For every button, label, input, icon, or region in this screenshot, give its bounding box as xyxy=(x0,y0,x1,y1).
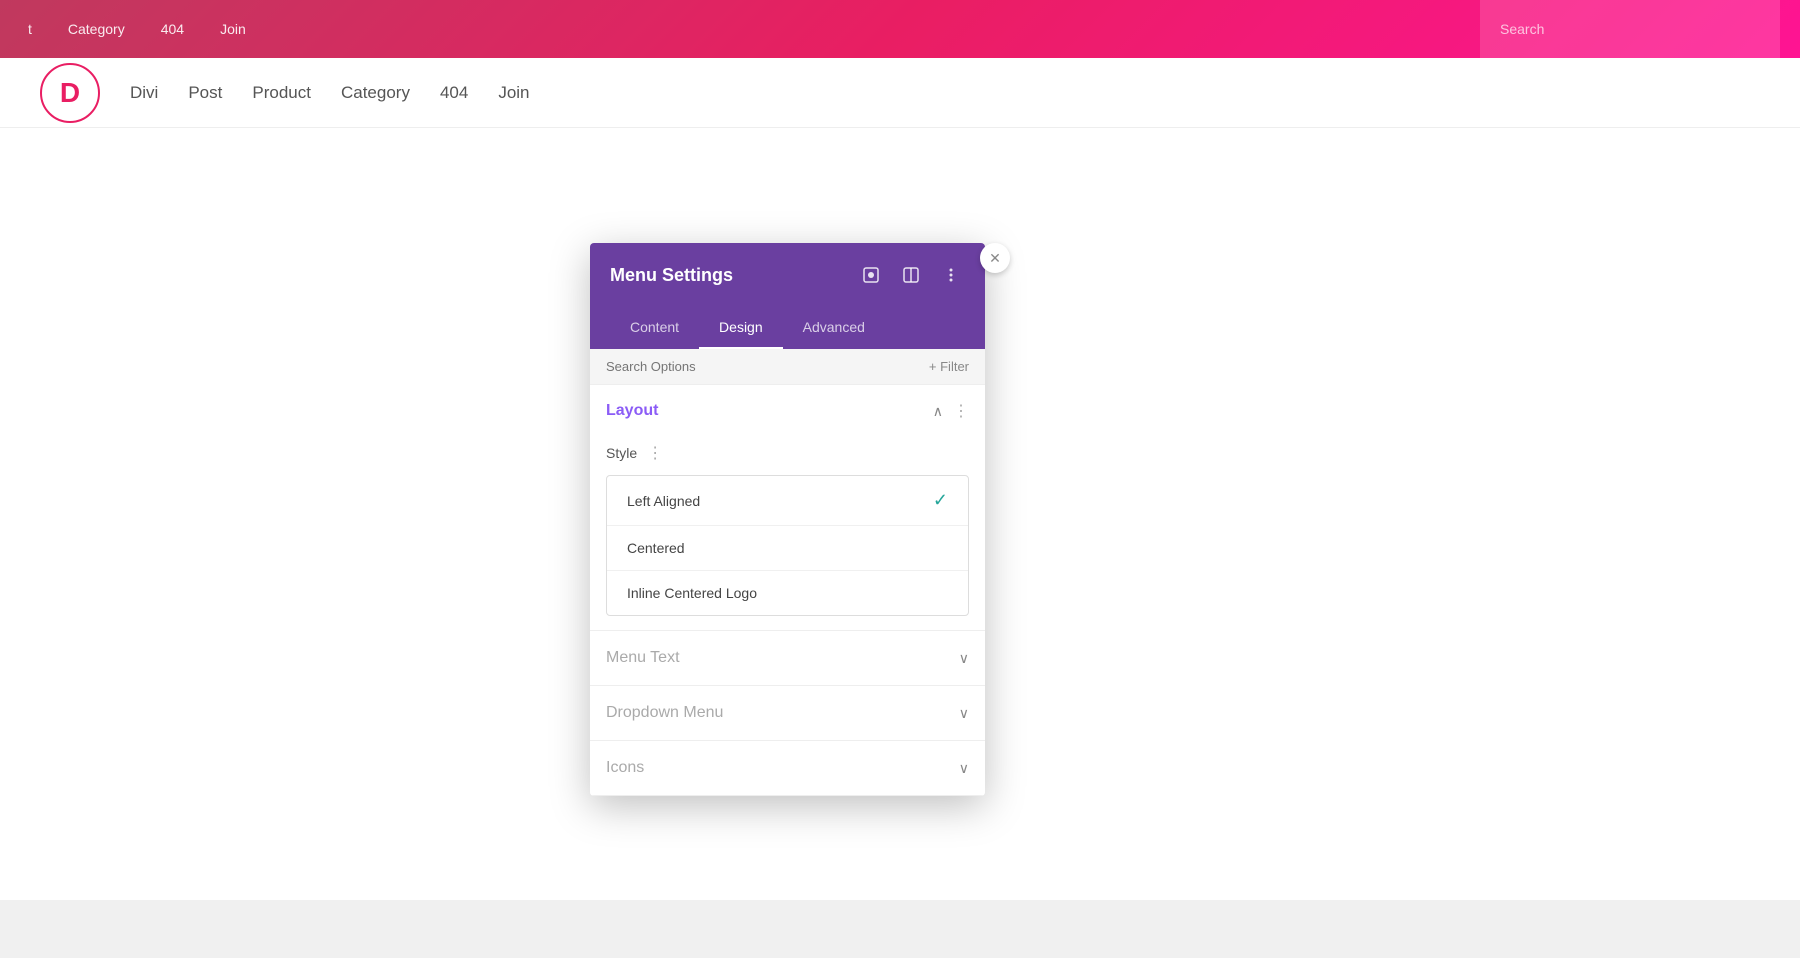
section-dropdown-menu: Dropdown Menu ∨ xyxy=(590,686,985,741)
site-nav-join[interactable]: Join xyxy=(498,83,529,103)
dropdown-item-left-aligned[interactable]: Left Aligned ✓ xyxy=(607,476,968,526)
section-icons-header[interactable]: Icons ∨ xyxy=(606,741,969,795)
panel-tabs: Content Design Advanced xyxy=(590,307,985,349)
section-layout-title: Layout xyxy=(606,402,658,420)
dropdown-item-inline-centered[interactable]: Inline Centered Logo xyxy=(607,571,968,615)
section-menu-text: Menu Text ∨ xyxy=(590,631,985,686)
dropdown-item-centered[interactable]: Centered xyxy=(607,526,968,571)
check-icon: ✓ xyxy=(933,490,948,511)
section-icons-title: Icons xyxy=(606,759,644,777)
section-layout-actions: ∧ ⋮ xyxy=(933,401,969,421)
panel-body: + Filter Layout ∧ ⋮ Style ⋮ xyxy=(590,349,985,796)
layout-dots-icon[interactable]: ⋮ xyxy=(953,401,969,421)
panel-split-btn[interactable] xyxy=(897,261,925,289)
layout-chevron-up-icon: ∧ xyxy=(933,403,943,420)
section-dropdown-menu-title: Dropdown Menu xyxy=(606,704,723,722)
panel-expand-btn[interactable] xyxy=(857,261,885,289)
admin-bar-search-input[interactable] xyxy=(1480,0,1780,58)
admin-bar: t Category 404 Join xyxy=(0,0,1800,58)
search-options-bar: + Filter xyxy=(590,349,985,385)
menu-text-chevron-icon: ∨ xyxy=(959,650,969,667)
dropdown-menu-chevron-icon: ∨ xyxy=(959,705,969,722)
tab-content[interactable]: Content xyxy=(610,307,699,349)
search-options-input[interactable] xyxy=(606,359,929,374)
panel-header-actions xyxy=(857,261,965,289)
panel-more-btn[interactable] xyxy=(937,261,965,289)
style-dropdown: Left Aligned ✓ Centered Inline Centered … xyxy=(606,475,969,616)
section-icons: Icons ∨ xyxy=(590,741,985,796)
admin-bar-item-404[interactable]: 404 xyxy=(153,17,192,41)
admin-bar-item-t[interactable]: t xyxy=(20,17,40,41)
site-nav-items: Divi Post Product Category 404 Join xyxy=(130,83,530,103)
tab-design[interactable]: Design xyxy=(699,307,783,349)
icons-chevron-icon: ∨ xyxy=(959,760,969,777)
panel-header: Menu Settings xyxy=(590,243,985,307)
admin-bar-item-category[interactable]: Category xyxy=(60,17,133,41)
panel-close-button[interactable]: ✕ xyxy=(980,243,1010,273)
style-row: Style ⋮ xyxy=(606,437,969,475)
panel-title: Menu Settings xyxy=(610,265,733,286)
site-nav: D Divi Post Product Category 404 Join xyxy=(0,58,1800,128)
dropdown-item-label: Left Aligned xyxy=(627,493,700,509)
section-layout-header[interactable]: Layout ∧ ⋮ xyxy=(606,385,969,437)
tab-advanced[interactable]: Advanced xyxy=(783,307,885,349)
section-layout: Layout ∧ ⋮ Style ⋮ Left Aligned ✓ xyxy=(590,385,985,631)
site-nav-divi[interactable]: Divi xyxy=(130,83,158,103)
filter-button[interactable]: + Filter xyxy=(929,359,969,374)
page-content: D Divi Post Product Category 404 Join Me… xyxy=(0,58,1800,900)
style-dots-icon[interactable]: ⋮ xyxy=(647,443,663,463)
dropdown-item-label: Centered xyxy=(627,540,685,556)
site-nav-category[interactable]: Category xyxy=(341,83,410,103)
close-icon: ✕ xyxy=(989,250,1001,267)
style-label: Style xyxy=(606,445,637,461)
section-dropdown-menu-header[interactable]: Dropdown Menu ∨ xyxy=(606,686,969,740)
site-nav-product[interactable]: Product xyxy=(252,83,311,103)
site-nav-post[interactable]: Post xyxy=(188,83,222,103)
site-logo[interactable]: D xyxy=(40,63,100,123)
site-nav-404[interactable]: 404 xyxy=(440,83,468,103)
settings-panel: Menu Settings xyxy=(590,243,985,796)
admin-bar-item-join[interactable]: Join xyxy=(212,17,254,41)
section-menu-text-header[interactable]: Menu Text ∨ xyxy=(606,631,969,685)
dropdown-item-label: Inline Centered Logo xyxy=(627,585,757,601)
section-menu-text-title: Menu Text xyxy=(606,649,680,667)
admin-bar-left: t Category 404 Join xyxy=(20,17,254,41)
